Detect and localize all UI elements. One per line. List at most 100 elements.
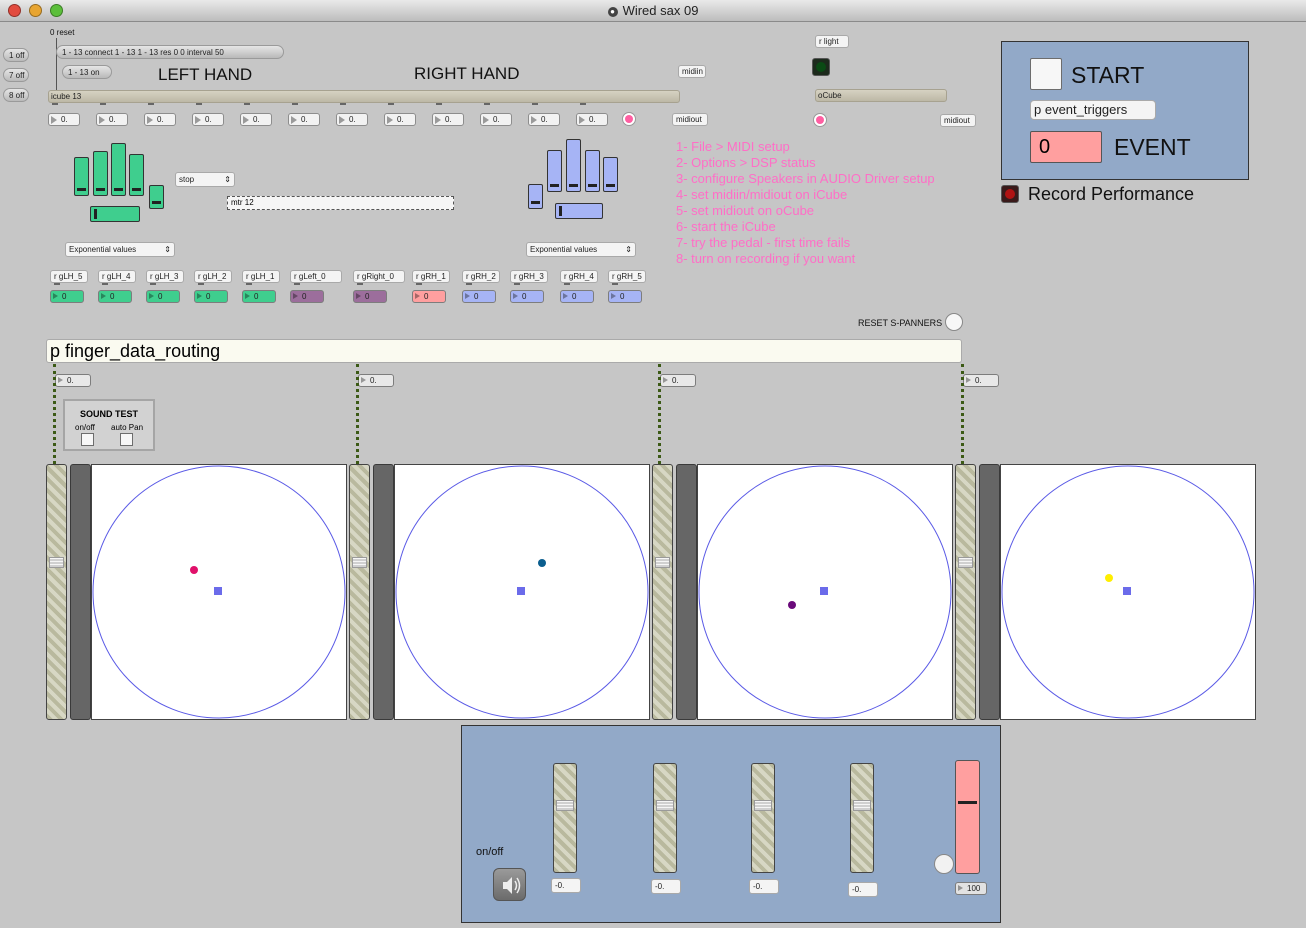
panner-gain-slider[interactable] bbox=[979, 464, 1000, 720]
panner-spread-slider[interactable] bbox=[46, 464, 67, 720]
panner-source-dot[interactable] bbox=[1105, 574, 1113, 582]
icube-object[interactable]: icube 13 bbox=[48, 90, 680, 103]
routing-output-number[interactable]: 0. bbox=[963, 374, 999, 387]
message-on[interactable]: 1 - 13 on bbox=[62, 65, 112, 79]
receive-object[interactable]: r gLH_5 bbox=[50, 270, 88, 283]
message-reset[interactable]: 0 reset bbox=[50, 28, 74, 37]
receive-object[interactable]: r gLH_4 bbox=[98, 270, 136, 283]
routing-output-number[interactable]: 0. bbox=[358, 374, 394, 387]
mixer-channel-slider[interactable] bbox=[751, 763, 775, 873]
icube-output-number[interactable]: 0. bbox=[240, 113, 272, 126]
icube-bang[interactable] bbox=[622, 112, 636, 126]
message-connect[interactable]: 1 - 13 connect 1 - 13 1 - 13 res 0 0 int… bbox=[56, 45, 284, 59]
right-finger-slider[interactable] bbox=[547, 150, 562, 192]
mixer-channel-number[interactable]: -0. bbox=[749, 879, 779, 894]
receive-number[interactable]: 0 bbox=[412, 290, 446, 303]
panner-gain-slider[interactable] bbox=[676, 464, 697, 720]
receive-number[interactable]: 0 bbox=[290, 290, 324, 303]
receive-object[interactable]: r gRH_2 bbox=[462, 270, 500, 283]
sound-test-onoff-toggle[interactable] bbox=[81, 433, 94, 446]
r-light-object[interactable]: r light bbox=[815, 35, 849, 48]
receive-number[interactable]: 0 bbox=[242, 290, 276, 303]
mixer-channel-number[interactable]: -0. bbox=[551, 878, 581, 893]
receive-object[interactable]: r gLH_3 bbox=[146, 270, 184, 283]
surround-panner[interactable] bbox=[697, 464, 953, 720]
left-finger-slider[interactable] bbox=[129, 154, 144, 196]
receive-number[interactable]: 0 bbox=[50, 290, 84, 303]
event-triggers-object[interactable]: p event_triggers bbox=[1030, 100, 1156, 120]
left-finger-slider[interactable] bbox=[111, 143, 126, 196]
event-number[interactable]: 0 bbox=[1030, 131, 1102, 163]
left-thumb-slider[interactable] bbox=[90, 206, 140, 222]
routing-output-number[interactable]: 0. bbox=[660, 374, 696, 387]
message-7-off[interactable]: 7 off bbox=[3, 68, 29, 82]
mtr-object[interactable]: mtr 12 bbox=[227, 196, 454, 210]
record-button[interactable] bbox=[1001, 185, 1019, 203]
receive-number[interactable]: 0 bbox=[353, 290, 387, 303]
receive-number[interactable]: 0 bbox=[560, 290, 594, 303]
panner-gain-slider[interactable] bbox=[373, 464, 394, 720]
receive-number[interactable]: 0 bbox=[146, 290, 180, 303]
receive-object[interactable]: r gLH_2 bbox=[194, 270, 232, 283]
receive-object[interactable]: r gRH_4 bbox=[560, 270, 598, 283]
left-finger-slider[interactable] bbox=[74, 157, 89, 196]
panner-spread-slider[interactable] bbox=[349, 464, 370, 720]
panner-source-dot[interactable] bbox=[788, 601, 796, 609]
receive-number[interactable]: 0 bbox=[194, 290, 228, 303]
right-finger-slider[interactable] bbox=[566, 139, 581, 192]
message-1-off[interactable]: 1 off bbox=[3, 48, 29, 62]
icube-output-number[interactable]: 0. bbox=[432, 113, 464, 126]
receive-object[interactable]: r gRH_3 bbox=[510, 270, 548, 283]
right-finger-slider[interactable] bbox=[585, 150, 600, 192]
mixer-channel-number[interactable]: -0. bbox=[848, 882, 878, 897]
icube-output-number[interactable]: 0. bbox=[144, 113, 176, 126]
routing-output-number[interactable]: 0. bbox=[55, 374, 91, 387]
receive-object[interactable]: r gLeft_0 bbox=[290, 270, 342, 283]
left-scaling-menu[interactable]: Exponential values ⇕ bbox=[65, 242, 175, 257]
receive-number[interactable]: 0 bbox=[462, 290, 496, 303]
panner-gain-slider[interactable] bbox=[70, 464, 91, 720]
finger-data-routing-object[interactable]: p finger_data_routing bbox=[46, 339, 962, 363]
receive-object[interactable]: r gLH_1 bbox=[242, 270, 280, 283]
icube-output-number[interactable]: 0. bbox=[192, 113, 224, 126]
receive-object[interactable]: r gRH_5 bbox=[608, 270, 646, 283]
icube-output-number[interactable]: 0. bbox=[480, 113, 512, 126]
right-thumb-slider[interactable] bbox=[555, 203, 603, 219]
mixer-channel-number[interactable]: -0. bbox=[651, 879, 681, 894]
start-toggle[interactable] bbox=[1030, 58, 1062, 90]
icube-output-number[interactable]: 0. bbox=[96, 113, 128, 126]
receive-object[interactable]: r gRight_0 bbox=[353, 270, 405, 283]
panner-spread-slider[interactable] bbox=[652, 464, 673, 720]
receive-number[interactable]: 0 bbox=[510, 290, 544, 303]
message-8-off[interactable]: 8 off bbox=[3, 88, 29, 102]
reset-panners-button[interactable] bbox=[945, 313, 963, 331]
surround-panner[interactable] bbox=[91, 464, 347, 720]
icube-output-number[interactable]: 0. bbox=[528, 113, 560, 126]
right-scaling-menu[interactable]: Exponential values ⇕ bbox=[526, 242, 636, 257]
surround-panner[interactable] bbox=[1000, 464, 1256, 720]
left-finger-slider[interactable] bbox=[149, 185, 164, 209]
sound-test-autopan-toggle[interactable] bbox=[120, 433, 133, 446]
ocube-object[interactable]: oCube bbox=[815, 89, 947, 102]
panner-source-dot[interactable] bbox=[538, 559, 546, 567]
receive-number[interactable]: 0 bbox=[98, 290, 132, 303]
mtr-mode-menu[interactable]: stop ⇕ bbox=[175, 172, 235, 187]
receive-number[interactable]: 0 bbox=[608, 290, 642, 303]
mixer-channel-slider[interactable] bbox=[553, 763, 577, 873]
dac-toggle[interactable] bbox=[493, 868, 526, 901]
master-gain-slider[interactable] bbox=[955, 760, 980, 874]
surround-panner[interactable] bbox=[394, 464, 650, 720]
ocube-bang[interactable] bbox=[813, 113, 827, 127]
master-reset-button[interactable] bbox=[934, 854, 954, 874]
master-gain-number[interactable]: 100 bbox=[955, 882, 987, 895]
panner-source-dot[interactable] bbox=[190, 566, 198, 574]
panner-spread-slider[interactable] bbox=[955, 464, 976, 720]
right-finger-slider[interactable] bbox=[603, 157, 618, 192]
right-finger-slider[interactable] bbox=[528, 184, 543, 209]
icube-output-number[interactable]: 0. bbox=[288, 113, 320, 126]
mixer-channel-slider[interactable] bbox=[850, 763, 874, 873]
icube-output-number[interactable]: 0. bbox=[336, 113, 368, 126]
icube-output-number[interactable]: 0. bbox=[576, 113, 608, 126]
ocube-midiout-object[interactable]: midiout bbox=[940, 114, 976, 127]
midiin-object[interactable]: midiin bbox=[678, 65, 706, 78]
